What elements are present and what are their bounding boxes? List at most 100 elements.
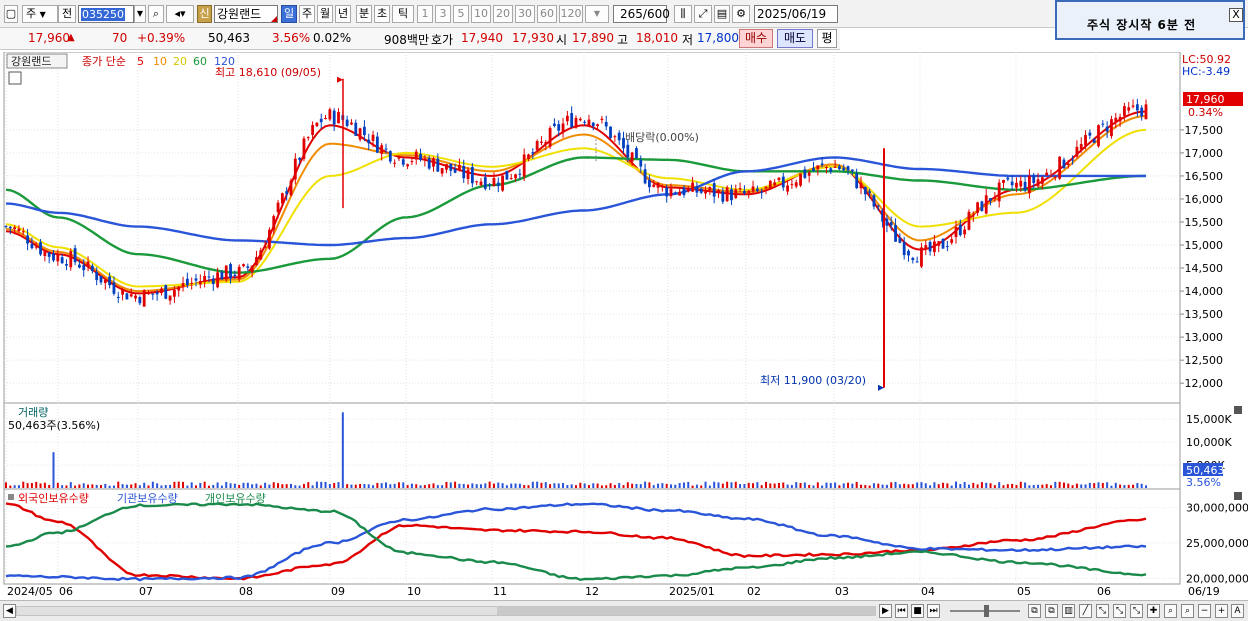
candle-body xyxy=(760,191,764,193)
volume-bar xyxy=(117,481,120,488)
prefix-button[interactable]: 전 xyxy=(58,5,76,23)
crosshair-icon[interactable]: ✚ xyxy=(1147,604,1160,618)
candle-body xyxy=(574,117,578,128)
volume-panel-close-icon[interactable] xyxy=(1234,406,1242,414)
volume-bar xyxy=(43,482,46,488)
trend-icon[interactable]: ⤡ xyxy=(1096,604,1109,618)
volume-bar xyxy=(112,485,115,488)
scroll-thumb[interactable] xyxy=(497,607,875,615)
draw-tool-icon[interactable]: ⤢ xyxy=(694,5,712,23)
tab-day[interactable]: 일 xyxy=(281,5,297,23)
code-dropdown-icon[interactable]: ▼ xyxy=(134,5,146,23)
draw-line-icon[interactable]: ╱ xyxy=(1079,604,1092,618)
interval-1[interactable]: 1 xyxy=(417,5,433,23)
tab-year[interactable]: 년 xyxy=(335,5,351,23)
volume-bar xyxy=(324,481,327,488)
tab-month[interactable]: 월 xyxy=(317,5,333,23)
average-button[interactable]: 평 xyxy=(817,29,837,48)
volume-bar xyxy=(760,485,763,488)
candle-body xyxy=(328,109,332,120)
save-icon[interactable]: ▤ xyxy=(714,5,730,23)
tab-week[interactable]: 주 xyxy=(299,5,315,23)
holdings-panel-close-icon[interactable] xyxy=(1234,492,1242,500)
candle-body xyxy=(112,282,116,294)
font-size-icon[interactable]: A xyxy=(1231,604,1244,618)
interval-5[interactable]: 5 xyxy=(453,5,469,23)
layout-icon[interactable]: ▢ xyxy=(4,5,18,23)
fast-forward-icon[interactable]: ⏭ xyxy=(927,604,940,618)
interval-10[interactable]: 10 xyxy=(471,5,491,23)
holdings-legend-foreign[interactable]: 외국인보유수량 xyxy=(18,492,89,505)
ma-legend-20[interactable]: 20 xyxy=(173,55,187,68)
volume-bar xyxy=(752,483,755,488)
zoom-slider-handle[interactable] xyxy=(984,605,989,617)
volume-bar xyxy=(199,482,202,488)
candle-body xyxy=(842,167,846,171)
ma-legend-60[interactable]: 60 xyxy=(193,55,207,68)
horizontal-scrollbar[interactable] xyxy=(16,606,876,616)
buy-button[interactable]: 매수 xyxy=(739,29,773,48)
tab-tick[interactable]: 틱 xyxy=(392,5,414,23)
table-view-icon[interactable] xyxy=(8,71,22,85)
volume-bar xyxy=(592,483,595,488)
stock-code-input[interactable]: 035250 xyxy=(78,5,134,23)
measure-icon[interactable]: ⤡ xyxy=(1130,604,1143,618)
scroll-left-icon[interactable]: ◀ xyxy=(3,604,16,618)
volume-bar xyxy=(795,482,798,488)
stop-icon[interactable]: ■ xyxy=(911,604,924,618)
stock-name-field[interactable]: 강원랜드 xyxy=(214,5,278,23)
volume-bar xyxy=(967,484,970,488)
candle-body xyxy=(1123,106,1126,116)
split-icon[interactable]: ▥ xyxy=(1062,604,1075,618)
price-tick-label: 13,000 xyxy=(1185,331,1224,344)
candle-icon[interactable]: ⫼ xyxy=(674,5,692,23)
gear-icon[interactable]: ⚙ xyxy=(732,5,750,23)
copy-icon[interactable]: ⧉ xyxy=(1028,604,1041,618)
holdings-legend-individual[interactable]: 개인보유수량 xyxy=(205,492,266,505)
chart-area[interactable]: 17,500 17,000 16,500 16,000 15,500 15,000 14,5… xyxy=(0,51,1248,600)
speaker-icon[interactable]: ◂▾ xyxy=(166,5,194,23)
holdings-legend-institution[interactable]: 기관보유수량 xyxy=(117,492,178,505)
scroll-right-icon[interactable]: ▶ xyxy=(879,604,892,618)
interval-3[interactable]: 3 xyxy=(435,5,451,23)
sell-button[interactable]: 매도 xyxy=(777,29,813,48)
text-tool-icon[interactable]: ⤡ xyxy=(1113,604,1126,618)
volume-tick-label: 10,000K xyxy=(1186,436,1232,449)
candle-body xyxy=(371,134,375,141)
stock-legend-name[interactable]: 강원랜드 xyxy=(11,55,51,68)
interval-60[interactable]: 60 xyxy=(537,5,557,23)
volume-bar xyxy=(285,484,288,488)
candle-body xyxy=(738,188,742,190)
interval-dropdown-icon[interactable]: ▼ xyxy=(585,5,609,23)
candle-body xyxy=(915,261,919,263)
chart-canvas[interactable]: 17,500 17,000 16,500 16,000 15,500 15,000 14,5… xyxy=(0,51,1248,600)
interval-30[interactable]: 30 xyxy=(515,5,535,23)
data-count-field[interactable]: 265/600 xyxy=(613,5,670,23)
window-icon[interactable]: ⧉ xyxy=(1045,604,1058,618)
volume-bar xyxy=(52,452,55,488)
volume-bar xyxy=(609,483,612,488)
ma-legend-5[interactable]: 5 xyxy=(137,55,144,68)
volume-bar xyxy=(359,483,362,488)
market-select[interactable]: 주 ▼ xyxy=(22,5,58,23)
zoom-in-icon[interactable]: ⌕ xyxy=(1181,604,1194,618)
volume-bar xyxy=(1097,482,1100,488)
magnifier-icon[interactable]: ⌕ xyxy=(1164,604,1177,618)
minus-icon[interactable]: − xyxy=(1198,604,1211,618)
interval-20[interactable]: 20 xyxy=(493,5,513,23)
interval-120[interactable]: 120 xyxy=(559,5,583,23)
tab-minute[interactable]: 분 xyxy=(356,5,372,23)
date-field[interactable]: 2025/06/19 xyxy=(754,5,838,23)
date-tick-label: 2024/05 xyxy=(7,585,53,598)
close-icon[interactable]: X xyxy=(1229,8,1243,22)
candle-body xyxy=(129,294,133,297)
candle-body xyxy=(1105,126,1109,132)
candle-body xyxy=(859,183,863,189)
search-icon[interactable]: ⌕ xyxy=(148,5,164,23)
plus-icon[interactable]: + xyxy=(1215,604,1228,618)
volume-bar xyxy=(1011,483,1014,488)
candle-body xyxy=(544,142,548,144)
ma-legend-10[interactable]: 10 xyxy=(153,55,167,68)
rewind-icon[interactable]: ⏮ xyxy=(895,604,908,618)
tab-second[interactable]: 초 xyxy=(374,5,390,23)
